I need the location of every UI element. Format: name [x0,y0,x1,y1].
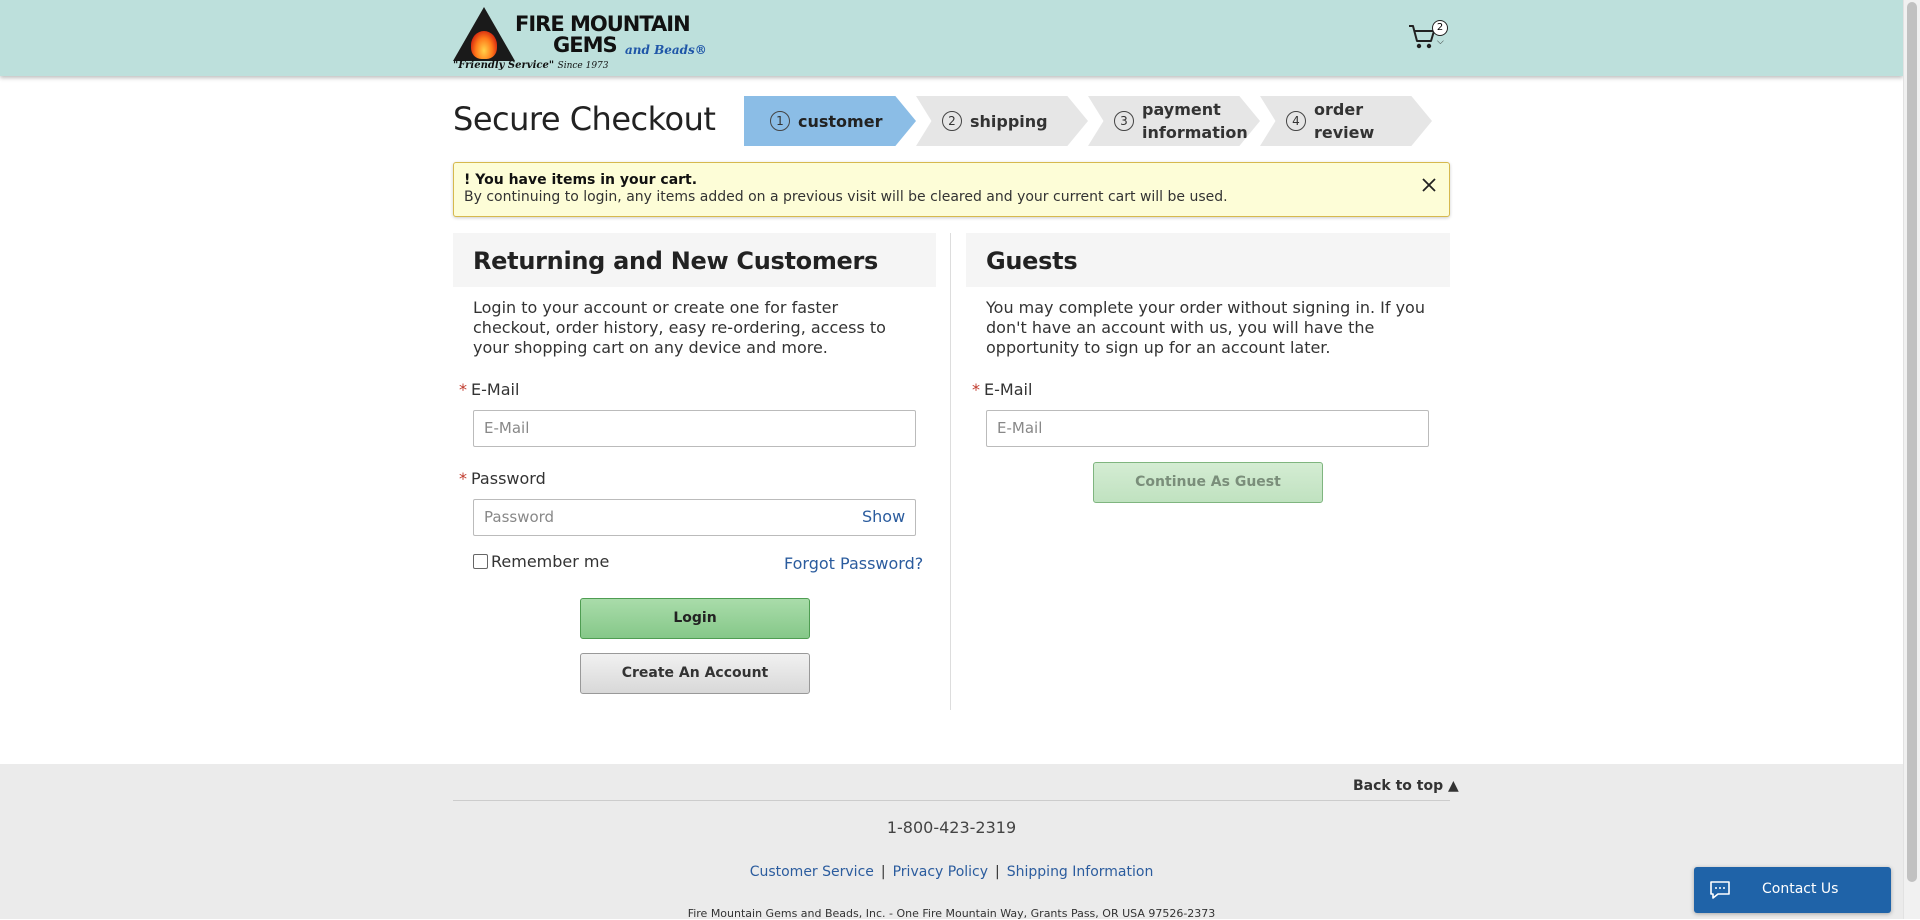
create-account-button[interactable]: Create An Account [580,653,810,694]
guest-email-input[interactable]: E-Mail [986,410,1429,447]
scrollbar-thumb[interactable] [1907,2,1917,882]
returning-customers-heading: Returning and New Customers [473,247,879,275]
returning-customers-header: Returning and New Customers [453,233,936,287]
step-label: shipping [970,111,1048,131]
step-number: 4 [1286,111,1306,131]
login-email-label: * E-Mail [459,380,520,399]
privacy-policy-link[interactable]: Privacy Policy [893,864,988,880]
returning-description: Login to your account or create one for … [473,298,886,357]
step-number: 3 [1114,111,1134,131]
footer-divider [453,800,1450,801]
cart-alert: ! You have items in your cart. By contin… [453,162,1450,217]
alert-message: By continuing to login, any items added … [464,189,1228,205]
guests-description: You may complete your order without sign… [986,298,1425,357]
required-asterisk: * [972,380,980,399]
step-number: 2 [942,111,962,131]
guests-heading: Guests [986,247,1078,275]
step-customer[interactable]: 1 customer [744,96,916,146]
step-label: customer [798,111,883,131]
step-label: payment information [1142,100,1248,142]
cart-button[interactable]: 2 ⌵ [1405,20,1450,54]
logo-text-line2: GEMS [553,33,618,57]
fire-mountain-gems-logo[interactable]: FIRE MOUNTAIN GEMS and Beads® "Friendly … [453,5,707,73]
required-asterisk: * [459,469,467,488]
customer-service-link[interactable]: Customer Service [750,864,874,880]
close-icon[interactable] [1419,175,1439,195]
footer-phone: 1-800-423-2319 [886,818,1017,837]
step-payment-information[interactable]: 3 payment information [1088,96,1260,146]
site-header: FIRE MOUNTAIN GEMS and Beads® "Friendly … [0,0,1903,76]
alert-title: ! You have items in your cart. [464,172,698,188]
contact-us-label: Contact Us [1762,881,1839,897]
guests-header: Guests [966,233,1450,287]
step-number: 1 [770,111,790,131]
show-password-link[interactable]: Show [862,507,905,526]
remember-me-label: Remember me [491,552,610,571]
forgot-password-link[interactable]: Forgot Password? [784,554,923,573]
contact-us-button[interactable]: Contact Us [1694,867,1891,913]
password-input[interactable]: Password [473,499,916,536]
login-button[interactable]: Login [580,598,810,639]
checkout-steps: 1 customer 2 shipping 3 payment informat… [744,96,1434,146]
cart-count-badge: 2 [1432,20,1448,36]
required-asterisk: * [459,380,467,399]
guest-email-label: * E-Mail [972,380,1033,399]
step-order-review[interactable]: 4 order review [1260,96,1432,146]
panel-divider [950,233,951,710]
logo-tagline: "Friendly Service" Since 1973 [453,60,609,71]
page-scrollbar[interactable] [1903,0,1920,919]
page-title: Secure Checkout [453,100,716,138]
link-separator: | [880,864,886,880]
link-separator: | [995,864,1000,880]
step-shipping[interactable]: 2 shipping [916,96,1088,146]
logo-text-line1: FIRE MOUNTAIN [515,12,691,36]
login-email-input[interactable]: E-Mail [473,410,916,447]
back-to-top-link[interactable]: Back to top ▲ [1353,778,1459,794]
chat-icon [1710,881,1730,899]
shipping-information-link[interactable]: Shipping Information [1007,864,1154,880]
logo-text-beads: and Beads® [625,43,707,57]
footer-links: Customer Service | Privacy Policy | Shipping… [0,864,1903,880]
flame-icon [471,31,497,59]
remember-me-checkbox[interactable] [473,554,488,569]
password-label: * Password [459,469,546,488]
chevron-down-icon: ⌵ [1437,37,1444,47]
caret-up-icon: ▲ [1448,778,1459,794]
step-label: order review [1314,100,1375,142]
continue-as-guest-button[interactable]: Continue As Guest [1093,462,1323,503]
footer-address: Fire Mountain Gems and Beads, Inc. - One… [687,907,1216,920]
site-footer: Back to top ▲ 1-800-423-2319 Customer Se… [0,764,1903,920]
